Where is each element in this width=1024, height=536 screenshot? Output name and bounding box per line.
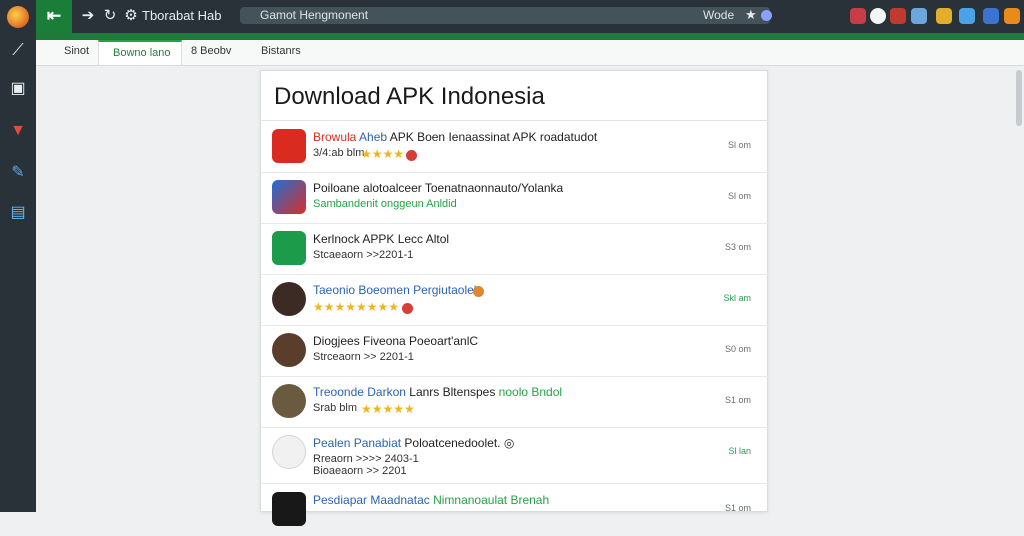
item-title-highlight[interactable]: Aheb xyxy=(359,130,387,144)
list-item[interactable]: Taeonio Boeomen Pergiutaolek ★★★★★★★★ Sk… xyxy=(261,274,769,326)
calendar-icon[interactable]: ▣ xyxy=(8,79,28,99)
item-title[interactable]: Taeonio Boeomen Pergiutaolek xyxy=(313,283,480,297)
item-meta: Rreaorn >>>> 2403-1 xyxy=(313,453,419,465)
sidebar: ⟋ ▣ ▼ ✎ ▤ xyxy=(0,33,36,512)
list-item[interactable]: Treoonde Darkon Lanrs Bltenspes noolo Bn… xyxy=(261,376,769,428)
back-button[interactable]: ⇤ xyxy=(36,0,72,33)
settings-gear-icon[interactable]: ⚙ xyxy=(122,6,140,26)
list-item[interactable]: Browula Aheb APK Boen Ienaassinat APK ro… xyxy=(261,121,769,173)
page-title: Download APK Indonesia xyxy=(274,83,545,110)
item-title-rest[interactable]: Poloatcenedoolet. ◎ xyxy=(401,436,514,450)
tab-bowno-lano[interactable]: Bowno lano xyxy=(98,40,182,65)
item-size: S0 om xyxy=(724,344,751,354)
draw-tool-icon[interactable]: ⟋ xyxy=(8,41,28,61)
app-shield-icon[interactable] xyxy=(272,129,306,163)
folder-icon[interactable]: ▤ xyxy=(8,203,28,223)
item-size: Sl lan xyxy=(728,446,751,456)
extension-shield-icon[interactable] xyxy=(890,8,906,24)
window-title: Tborabat Hab xyxy=(142,8,222,23)
item-title-rest[interactable]: Lanrs Bltenspes xyxy=(406,385,495,399)
extension-chart-icon[interactable] xyxy=(911,8,927,24)
item-title[interactable]: Treoonde Darkon Lanrs Bltenspes noolo Bn… xyxy=(313,385,562,399)
item-title-tag[interactable]: Nimnanoaulat Brenah xyxy=(430,493,549,507)
item-title[interactable]: Kerlnock APPK Lecc Altol xyxy=(313,232,449,246)
tab-beobv[interactable]: 8 Beobv xyxy=(177,40,247,65)
app-car-icon[interactable] xyxy=(272,180,306,214)
list-item[interactable]: Diogjees Fiveona Poeoart'anlC Strceaorn … xyxy=(261,325,769,377)
list-item[interactable]: Poiloane alotoalceer Toenatnaonnauto/Yol… xyxy=(261,172,769,224)
rating-stars: ★★★★★★★★ xyxy=(313,300,400,314)
extension-pin-icon[interactable] xyxy=(936,8,952,24)
app-profile-icon[interactable] xyxy=(272,333,306,367)
extension-alert-icon[interactable] xyxy=(850,8,866,24)
forward-icon[interactable]: ➔ xyxy=(79,6,97,26)
item-meta: Srab blm xyxy=(313,402,358,414)
browser-toolbar: ⇤ ➔ ↻ ⚙ Tborabat Hab Gamot Hengmonent Wo… xyxy=(0,0,1024,33)
feather-icon[interactable]: ✎ xyxy=(8,163,28,183)
item-title-highlight[interactable]: Pealen Panabiat xyxy=(313,436,401,450)
content-card: Download APK Indonesia Browula Aheb APK … xyxy=(260,70,769,526)
extension-puzzle-icon[interactable] xyxy=(983,8,999,24)
app-media-icon[interactable] xyxy=(272,492,306,526)
list-item[interactable]: Pealen Panabiat Poloatcenedoolet. ◎ Rrea… xyxy=(261,427,769,484)
item-title[interactable]: Pesdiapar Maadnatac Nimnanoaulat Brenah xyxy=(313,493,549,507)
item-title[interactable]: Poiloane alotoalceer Toenatnaonnauto/Yol… xyxy=(313,181,563,195)
profile-dot-icon[interactable] xyxy=(761,10,772,21)
item-size: Sl om xyxy=(727,140,751,150)
rating-stars: ★★★★ xyxy=(361,147,405,161)
item-size: Sl om xyxy=(727,191,751,201)
rating-stars: ★★★★★ xyxy=(361,402,415,416)
item-meta: Strceaorn >> 2201-1 xyxy=(313,351,414,363)
rating-badge-icon xyxy=(406,150,417,161)
rating-badge-icon xyxy=(402,303,413,314)
item-meta-secondary: Bioaeaorn >> 2201 xyxy=(313,465,407,477)
refresh-icon[interactable]: ↻ xyxy=(101,6,119,26)
browser-logo-icon[interactable] xyxy=(7,6,29,28)
item-meta: Stcaeaorn >>2201-1 xyxy=(313,249,414,261)
item-size: S1 om xyxy=(724,395,751,405)
address-text[interactable]: Gamot Hengmonent xyxy=(260,8,368,22)
item-title-highlight[interactable]: Treoonde Darkon xyxy=(313,385,406,399)
item-title[interactable]: Browula Aheb APK Boen Ienaassinat APK ro… xyxy=(313,130,597,144)
item-title[interactable]: Diogjees Fiveona Poeoart'anlC xyxy=(313,334,478,348)
item-title-tag[interactable]: noolo Bndol xyxy=(495,385,562,399)
item-title-rest[interactable]: APK Boen Ienaassinat APK roadatudot xyxy=(387,130,597,144)
page-scrollbar[interactable] xyxy=(1016,70,1022,126)
item-size: Skl am xyxy=(723,293,751,303)
extension-clock-icon[interactable] xyxy=(870,8,886,24)
item-size: S3 om xyxy=(724,242,751,252)
tab-strip: Sinot Bowno lano 8 Beobv Bistanrs xyxy=(36,40,1024,66)
tab-bistanrs[interactable]: Bistanrs xyxy=(247,40,327,65)
item-title[interactable]: Pealen Panabiat Poloatcenedoolet. ◎ xyxy=(313,436,514,450)
extension-home-icon[interactable] xyxy=(959,8,975,24)
bookmark-star-icon[interactable]: ★ xyxy=(745,7,757,23)
app-profile-icon[interactable] xyxy=(272,384,306,418)
item-title-brand[interactable]: Browula xyxy=(313,130,356,144)
item-meta: 3/4:ab blm xyxy=(313,147,365,159)
list-item[interactable]: Pesdiapar Maadnatac Nimnanoaulat Brenah … xyxy=(261,484,769,536)
app-check-icon[interactable] xyxy=(272,231,306,265)
item-meta: Sambandenit onggeun Anldid xyxy=(313,198,457,210)
address-bar[interactable]: Gamot Hengmonent Wode ★ xyxy=(240,7,772,24)
app-profile-icon[interactable] xyxy=(272,282,306,316)
item-title-highlight[interactable]: Pesdiapar Maadnatac xyxy=(313,493,430,507)
address-action-text[interactable]: Wode xyxy=(703,8,734,22)
app-profile-icon[interactable] xyxy=(272,435,306,469)
list-item[interactable]: Kerlnock APPK Lecc Altol Stcaeaorn >>220… xyxy=(261,223,769,275)
extension-account-icon[interactable] xyxy=(1004,8,1020,24)
security-shield-icon[interactable]: ▼ xyxy=(8,121,28,141)
title-badge-icon xyxy=(473,286,484,297)
